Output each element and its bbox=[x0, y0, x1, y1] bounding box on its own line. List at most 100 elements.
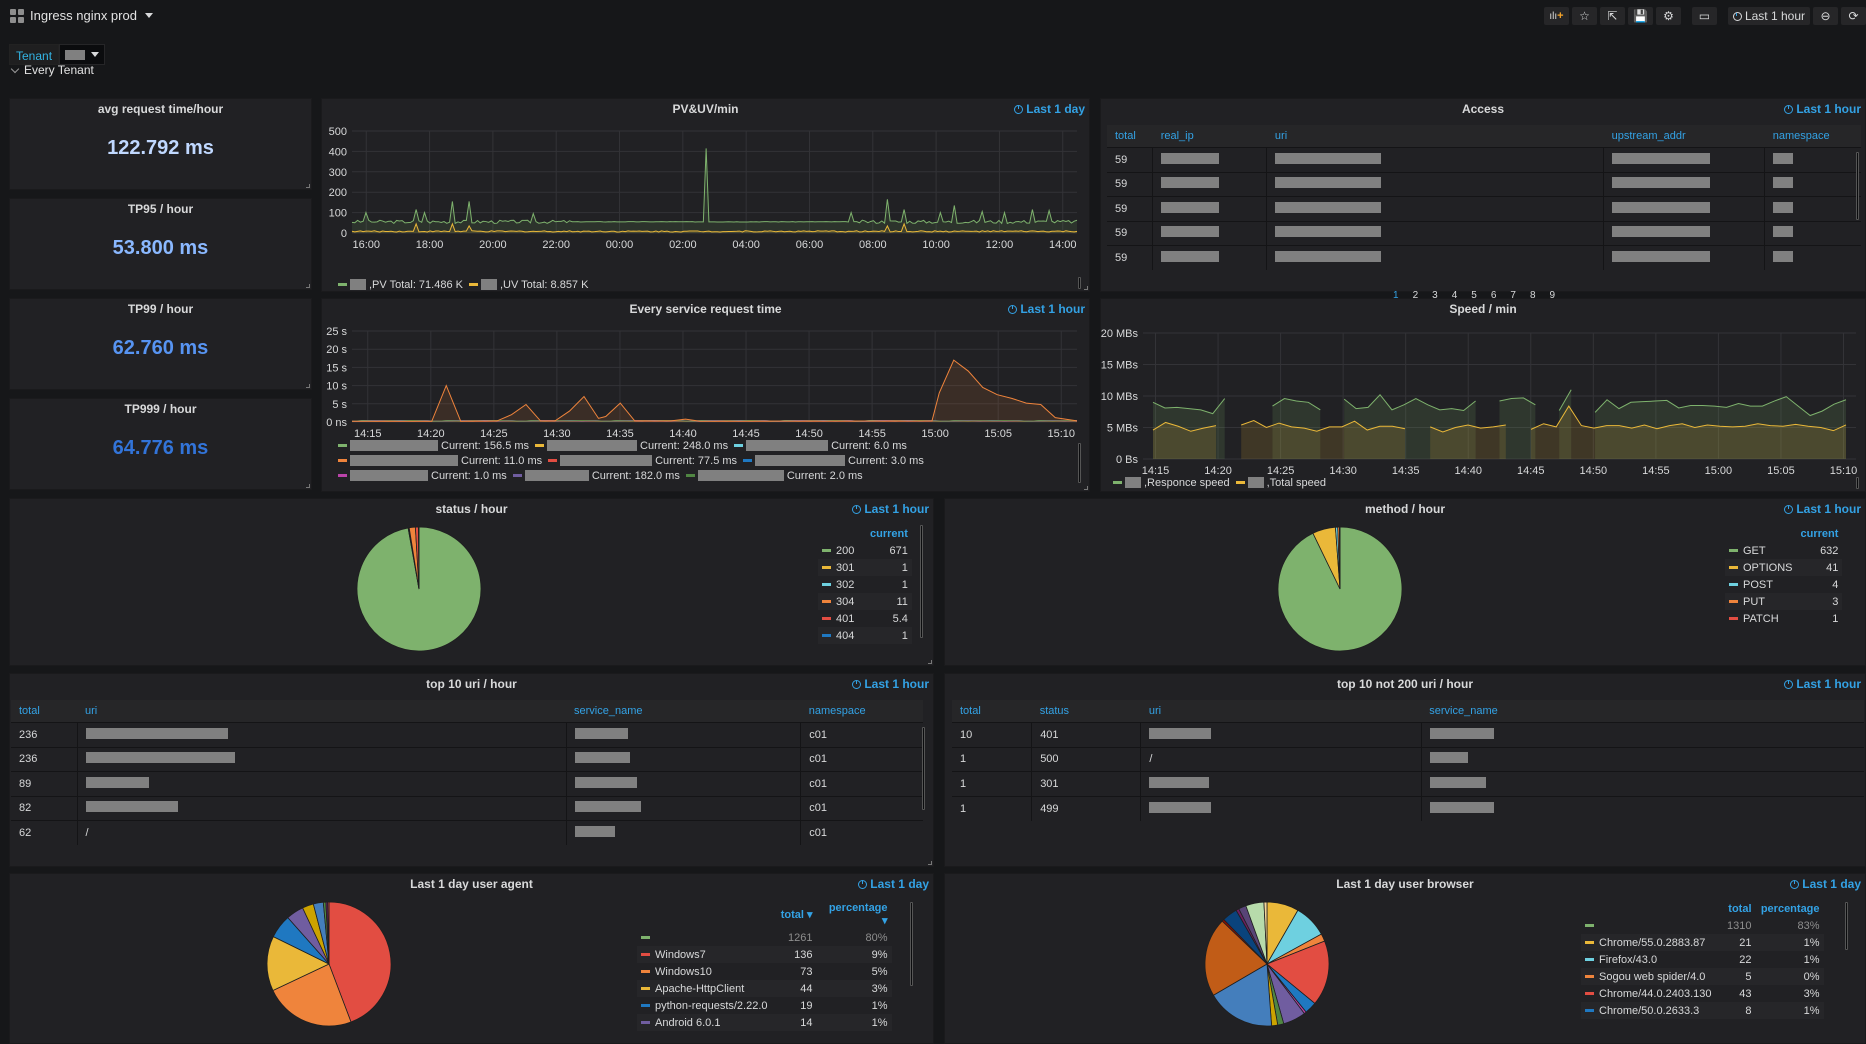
save-button[interactable]: 💾 bbox=[1627, 7, 1653, 25]
column-header[interactable]: namespace bbox=[1764, 125, 1861, 148]
legend-row[interactable]: PATCH 1 bbox=[1725, 610, 1842, 627]
legend-row[interactable]: Chrome/55.0.2883.87 21 1% bbox=[1581, 934, 1824, 951]
legend-row[interactable]: 1261 80% bbox=[637, 929, 892, 946]
share-button[interactable]: ⇱ bbox=[1599, 7, 1625, 25]
pvuv-graph[interactable]: 0 100 200 300 400 500 16:00 18:00 20:00 22:00 00:0… bbox=[322, 119, 1091, 287]
table-scrollbar[interactable] bbox=[922, 727, 925, 810]
refresh-button[interactable]: ⟳ bbox=[1841, 7, 1866, 25]
resize-handle[interactable] bbox=[928, 861, 932, 865]
legend-row[interactable]: Sogou web spider/4.0 5 0% bbox=[1581, 968, 1824, 985]
column-header[interactable]: namespace bbox=[800, 700, 923, 723]
legend-item[interactable]: Current: 156.5 ms bbox=[338, 438, 529, 453]
table-row[interactable]: 236 c01 bbox=[11, 746, 923, 772]
legend-column-header[interactable]: current bbox=[1797, 525, 1843, 542]
resize-handle[interactable] bbox=[1084, 486, 1088, 490]
legend-row[interactable]: 301 1 bbox=[818, 559, 912, 576]
legend-row[interactable]: 304 11 bbox=[818, 593, 912, 610]
legend-row[interactable]: OPTIONS 41 bbox=[1725, 559, 1843, 576]
tv-mode-button[interactable]: ▭ bbox=[1691, 7, 1717, 25]
column-header[interactable]: uri bbox=[1140, 700, 1422, 723]
legend-row[interactable]: Windows7 136 9% bbox=[637, 946, 892, 963]
legend-scrollbar[interactable] bbox=[1078, 443, 1081, 483]
legend-item[interactable]: ,Total speed bbox=[1235, 475, 1326, 490]
star-button[interactable]: ☆ bbox=[1571, 7, 1597, 25]
column-header[interactable]: uri bbox=[77, 700, 567, 723]
table-row[interactable]: 59 bbox=[1107, 147, 1861, 172]
legend-scrollbar[interactable] bbox=[910, 902, 913, 986]
legend-scrollbar[interactable] bbox=[920, 525, 923, 638]
legend-item[interactable]: Current: 182.0 ms bbox=[512, 468, 680, 483]
legend-item[interactable]: ,UV Total: 8.857 K bbox=[468, 277, 588, 292]
column-header[interactable]: uri bbox=[1266, 125, 1604, 148]
dashboard-picker[interactable]: Ingress nginx prod bbox=[10, 8, 153, 23]
legend-column-header[interactable]: percentage ▾ bbox=[817, 900, 892, 929]
settings-button[interactable]: ⚙ bbox=[1655, 7, 1681, 25]
legend-scrollbar[interactable] bbox=[1078, 277, 1081, 289]
legend-row[interactable]: Chrome/44.0.2403.130 43 3% bbox=[1581, 985, 1824, 1002]
legend-item[interactable]: Current: 2.0 ms bbox=[685, 468, 863, 483]
column-header[interactable]: total bbox=[1107, 125, 1153, 148]
user-agent-pie-chart[interactable] bbox=[259, 894, 399, 1034]
legend-row[interactable]: Apache-HttpClient 44 3% bbox=[637, 980, 892, 997]
speed-graph[interactable]: 0 Bs5 MBs10 MBs15 MBs20 MBs14:15 14:20 14:… bbox=[1101, 319, 1866, 479]
legend-row[interactable]: PUT 3 bbox=[1725, 593, 1843, 610]
legend-item[interactable]: Current: 248.0 ms bbox=[535, 438, 728, 453]
table-row[interactable]: 1 500/ bbox=[952, 746, 1864, 772]
legend-row[interactable]: Chrome/50.0.2633.3 8 1% bbox=[1581, 1002, 1824, 1019]
legend-item[interactable]: Current: 6.0 ms bbox=[734, 438, 907, 453]
legend-row[interactable]: 200 671 bbox=[818, 542, 912, 559]
legend-row[interactable]: Android 6.0.1 14 1% bbox=[637, 1014, 892, 1031]
resize-handle[interactable] bbox=[1084, 286, 1088, 290]
legend-row[interactable]: 401 5.4 bbox=[818, 610, 912, 627]
resize-handle[interactable] bbox=[306, 484, 310, 488]
table-row[interactable]: 59 bbox=[1107, 196, 1861, 221]
pie-slice[interactable] bbox=[418, 526, 420, 590]
service-time-graph[interactable]: 0 ns5 s10 s15 s20 s25 s14:15 14:20 14:25 14… bbox=[322, 319, 1091, 444]
legend-row[interactable]: Firefox/43.0 22 1% bbox=[1581, 951, 1824, 968]
column-header[interactable]: total bbox=[11, 700, 78, 723]
column-header[interactable]: service_name bbox=[1421, 700, 1864, 723]
zoom-out-button[interactable]: ⊖ bbox=[1813, 7, 1838, 25]
legend-item[interactable]: Current: 11.0 ms bbox=[338, 453, 542, 468]
legend-row[interactable]: python-requests/2.22.0 19 1% bbox=[637, 997, 892, 1014]
table-row[interactable]: 59 bbox=[1107, 171, 1861, 197]
resize-handle[interactable] bbox=[928, 660, 932, 664]
legend-scrollbar[interactable] bbox=[1845, 902, 1848, 950]
legend-item[interactable]: ,Responce speed bbox=[1113, 475, 1230, 490]
legend-scrollbar[interactable] bbox=[1856, 477, 1859, 489]
add-panel-button[interactable]: ılı + bbox=[1543, 7, 1569, 25]
legend-item[interactable]: Current: 1.0 ms bbox=[338, 468, 507, 483]
column-header[interactable]: service_name bbox=[566, 700, 801, 723]
table-row[interactable]: 89 c01 bbox=[11, 771, 923, 796]
legend-item[interactable]: Current: 3.0 ms bbox=[743, 453, 924, 468]
table-row[interactable]: 1 301 bbox=[952, 771, 1864, 796]
table-row[interactable]: 1 499 bbox=[952, 795, 1864, 821]
table-row[interactable]: 59 bbox=[1107, 245, 1861, 270]
column-header[interactable]: real_ip bbox=[1152, 125, 1267, 148]
table-row[interactable]: 82 c01 bbox=[11, 795, 923, 821]
legend-row[interactable]: GET 632 bbox=[1725, 542, 1842, 559]
table-row[interactable]: 62/ c01 bbox=[11, 820, 923, 845]
legend-row[interactable]: Windows10 73 5% bbox=[637, 963, 892, 980]
legend-item[interactable]: ,PV Total: 71.486 K bbox=[338, 277, 463, 292]
legend-column-header[interactable]: percentage bbox=[1756, 900, 1824, 917]
column-header[interactable]: upstream_addr bbox=[1603, 125, 1765, 148]
legend-column-header[interactable]: current bbox=[866, 525, 912, 542]
legend-row[interactable]: 404 1 bbox=[818, 627, 912, 644]
resize-handle[interactable] bbox=[306, 184, 310, 188]
legend-row[interactable]: 1310 83% bbox=[1581, 917, 1824, 934]
method-pie-chart[interactable] bbox=[1270, 519, 1410, 659]
table-row[interactable]: 236 c01 bbox=[11, 722, 923, 747]
legend-row[interactable]: POST 4 bbox=[1725, 576, 1842, 593]
legend-item[interactable]: Current: 77.5 ms bbox=[548, 453, 737, 468]
table-row[interactable]: 10 401 bbox=[952, 722, 1864, 747]
legend-column-header[interactable]: total ▾ bbox=[772, 900, 817, 929]
table-row[interactable]: 59 bbox=[1107, 220, 1861, 246]
table-scrollbar[interactable] bbox=[1856, 152, 1859, 220]
legend-column-header[interactable]: total bbox=[1716, 900, 1756, 917]
resize-handle[interactable] bbox=[306, 384, 310, 388]
column-header[interactable]: total bbox=[952, 700, 1032, 723]
status-pie-chart[interactable] bbox=[349, 519, 489, 659]
resize-handle[interactable] bbox=[306, 284, 310, 288]
user-browser-pie-chart[interactable] bbox=[1197, 894, 1337, 1034]
